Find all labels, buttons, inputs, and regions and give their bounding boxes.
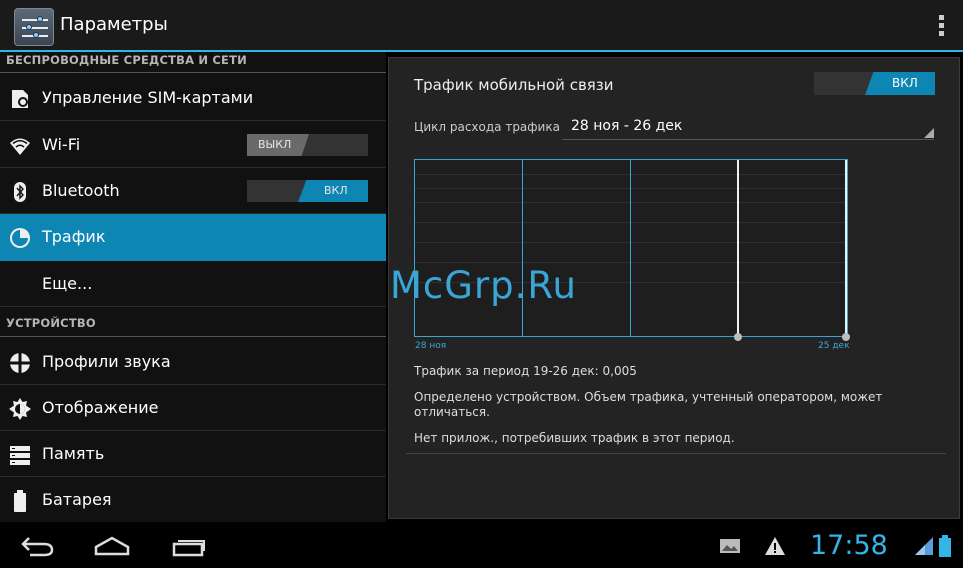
chart-grid-line — [522, 160, 523, 336]
sidebar-item-label: Еще... — [42, 274, 93, 293]
wifi-icon — [10, 138, 30, 155]
sidebar-item-label: Bluetooth — [42, 181, 120, 200]
toggle-label: ВКЛ — [324, 184, 348, 197]
sidebar-item-more[interactable]: Еще... — [0, 261, 386, 307]
page-title: Параметры — [60, 14, 168, 35]
sim-card-icon — [12, 90, 28, 108]
toggle-label: ВКЛ — [892, 76, 918, 90]
home-icon[interactable] — [94, 535, 130, 557]
battery-status-icon — [939, 535, 951, 557]
usage-note: Определено устройством. Объем трафика, у… — [414, 390, 883, 419]
sidebar-item-label: Профили звука — [42, 352, 171, 371]
cycle-spinner[interactable]: 28 ноя - 26 дек — [562, 116, 934, 140]
chart-start-date: 28 ноя — [415, 341, 447, 351]
sidebar-item-label: Трафик — [42, 227, 106, 246]
range-end-marker[interactable] — [845, 160, 847, 336]
storage-icon — [10, 446, 30, 465]
sound-profile-icon — [10, 353, 30, 373]
sidebar-item-label: Отображение — [42, 398, 159, 417]
panel-divider — [406, 453, 946, 454]
overflow-menu-icon[interactable] — [937, 15, 945, 39]
signal-icon — [915, 537, 933, 555]
display-brightness-icon — [9, 398, 31, 420]
section-header-wireless: БЕСПРОВОДНЫЕ СРЕДСТВА И СЕТИ — [6, 53, 247, 67]
range-end-handle[interactable] — [842, 333, 850, 341]
no-apps-text: Нет прилож., потребивших трафик в этот п… — [414, 431, 735, 445]
recent-apps-icon[interactable] — [172, 535, 206, 557]
usage-summary: Трафик за период 19-26 дек: 0,005 — [414, 364, 637, 378]
panel-title: Трафик мобильной связи — [414, 76, 614, 94]
wifi-toggle[interactable]: ВЫКЛ — [247, 134, 368, 156]
usage-chart — [414, 159, 850, 341]
sidebar-item-label: Память — [42, 444, 105, 463]
sidebar-item-storage[interactable]: Память — [0, 431, 386, 477]
sidebar-item-label: Управление SIM-картами — [42, 88, 254, 107]
section-divider — [0, 72, 386, 73]
chart-end-date: 25 дек — [818, 341, 850, 351]
spinner-arrow-icon — [924, 128, 934, 138]
bluetooth-icon — [14, 182, 26, 202]
watermark-text: McGrp.Ru — [390, 264, 577, 307]
back-icon[interactable] — [20, 535, 54, 557]
section-divider — [0, 336, 386, 337]
range-start-marker[interactable] — [737, 160, 739, 336]
range-start-handle[interactable] — [734, 333, 742, 341]
sidebar-item-label: Батарея — [42, 490, 112, 509]
mobile-data-toggle[interactable]: ВКЛ — [814, 72, 935, 95]
chart-grid-line — [630, 160, 631, 336]
sidebar-item-sim[interactable]: Управление SIM-картами — [0, 75, 386, 121]
status-clock: 17:58 — [810, 530, 888, 561]
sidebar-item-bluetooth[interactable]: Bluetooth ВКЛ — [0, 168, 386, 214]
action-bar: Параметры — [0, 0, 963, 52]
toggle-label: ВЫКЛ — [258, 138, 292, 151]
data-usage-icon — [10, 228, 30, 248]
sidebar-item-data-usage[interactable]: Трафик — [0, 214, 386, 261]
section-header-device: УСТРОЙСТВО — [6, 316, 96, 330]
warning-icon[interactable] — [764, 535, 786, 557]
cycle-label: Цикл расхода трафика — [414, 120, 560, 134]
sidebar-item-sound[interactable]: Профили звука — [0, 339, 386, 385]
cycle-value: 28 ноя - 26 дек — [571, 118, 683, 134]
settings-app-icon[interactable] — [14, 8, 54, 46]
battery-icon — [14, 490, 26, 512]
screenshot-notification-icon[interactable] — [719, 535, 741, 557]
sidebar-item-display[interactable]: Отображение — [0, 385, 386, 431]
bluetooth-toggle[interactable]: ВКЛ — [247, 180, 368, 202]
sidebar-item-battery[interactable]: Батарея — [0, 477, 386, 523]
sidebar-item-wifi[interactable]: Wi-Fi ВЫКЛ — [0, 122, 386, 168]
sidebar-item-label: Wi-Fi — [42, 135, 81, 154]
settings-list: БЕСПРОВОДНЫЕ СРЕДСТВА И СЕТИ Управление … — [0, 52, 386, 522]
